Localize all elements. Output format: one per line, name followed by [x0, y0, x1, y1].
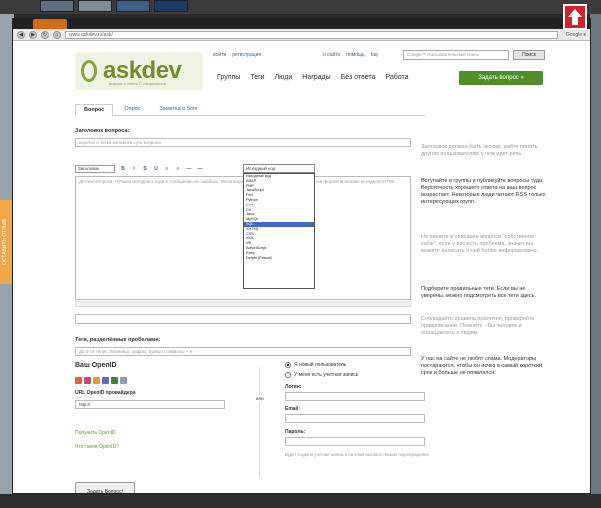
strike-icon[interactable]: S: [142, 166, 148, 172]
openid-url-label: URL OpenID провайдера: [75, 390, 136, 396]
code-language-dropdown[interactable]: Исходный код ABAP PHP JavaScript Perl Python C…: [243, 173, 315, 289]
search-button[interactable]: Поиск: [513, 50, 545, 60]
bullet-list-icon[interactable]: ≡: [175, 166, 181, 172]
nav-tags[interactable]: Теги: [250, 74, 264, 81]
underline-icon[interactable]: U: [153, 166, 159, 172]
link-icon[interactable]: —: [197, 166, 203, 172]
radio-existing-user[interactable]: У меня есть учетная запись: [285, 372, 359, 378]
login-input[interactable]: [285, 392, 425, 401]
desktop-thumbnail: [154, 0, 188, 12]
title-label: Заголовок вопроса:: [75, 128, 130, 134]
ordered-list-icon[interactable]: ≡: [164, 166, 170, 172]
back-icon[interactable]: ◀: [17, 30, 25, 39]
openid-provider-icon[interactable]: [84, 377, 91, 384]
main-nav: Группы Теги Люди Награды Без ответа Рабо…: [217, 74, 409, 81]
feedback-tab[interactable]: ОСТАВИТЬ ОТЗЫВ: [0, 200, 12, 284]
nav-unanswered[interactable]: Без ответа: [341, 74, 376, 81]
auth-links: войти регистрация: [213, 52, 261, 58]
email-note: Будет создана учетная запись и на email …: [285, 452, 429, 457]
submit-question-button[interactable]: Задать Вопрос!: [75, 482, 135, 493]
arrow-up-icon: [568, 9, 582, 25]
browser-search-engine[interactable]: Google ▾: [566, 32, 586, 38]
sidebar-tip-tags: Подберите правильные теги. Если вы не ув…: [421, 286, 537, 299]
radio-new-user[interactable]: Я новый пользователь: [285, 362, 347, 368]
sidebar-tip-groups: Вступайте в группы и публикуйте вопросы …: [421, 178, 546, 205]
openid-provider-icon[interactable]: [75, 377, 82, 384]
password-input[interactable]: [285, 437, 425, 446]
reload-icon[interactable]: ↻: [41, 30, 49, 39]
editor-preview: [75, 314, 411, 324]
openid-divider: [259, 367, 260, 477]
ask-question-button[interactable]: Задать вопрос »: [459, 71, 543, 85]
radio-existing-user-dot[interactable]: [285, 372, 291, 378]
desktop-bottom-strip: [0, 494, 601, 508]
nav-people[interactable]: Люди: [275, 74, 293, 81]
desktop-thumbnail: [78, 0, 112, 12]
nav-jobs[interactable]: Работа: [385, 74, 408, 81]
openid-url-input[interactable]: http://: [75, 400, 225, 409]
or-separator: или: [255, 395, 265, 402]
sidebar-tip-subject: Не пишите в описании вопроса "собственно…: [421, 234, 538, 254]
desktop-top-strip: [0, 0, 601, 14]
register-link[interactable]: регистрация: [232, 52, 261, 58]
desktop-thumbnail: [40, 0, 74, 12]
logo-tagline: вопросы и ответы IT-специалистов: [109, 82, 166, 86]
openid-title: Ваш OpenID: [75, 362, 117, 369]
desktop-thumbnail: [116, 0, 150, 12]
login-link[interactable]: войти: [213, 52, 226, 58]
code-language-select[interactable]: Исходный код: [243, 164, 315, 173]
email-label: Email:: [285, 406, 301, 412]
search-input[interactable]: Google™ Пользовательский поиск: [403, 50, 509, 60]
site-logo[interactable]: askdev вопросы и ответы IT-специалистов: [75, 52, 203, 90]
logo-text: askdev: [103, 57, 182, 84]
tags-label: Теги, разделённые пробелами:: [75, 337, 161, 343]
sidebar-tip-manners: Соблюдайте правила приличия, проверяйте …: [421, 316, 535, 336]
window-titlebar: [13, 19, 590, 29]
sidebar-tip-title: Заголовок должен быть четким, дайте поня…: [421, 144, 538, 157]
desktop-right-strip: [590, 14, 601, 508]
nav-groups[interactable]: Группы: [217, 74, 240, 81]
sidebar-tip-spam: У нас на сайте не любят спама. Модератор…: [421, 356, 543, 376]
browser-tab[interactable]: [33, 19, 67, 29]
openid-providers: [75, 377, 127, 384]
home-icon[interactable]: ⌂: [53, 30, 61, 39]
address-bar[interactable]: www.askdev.ru/ask/: [65, 30, 558, 39]
nav-awards[interactable]: Награды: [302, 74, 330, 81]
what-is-openid-link[interactable]: Что такое OpenID?: [75, 444, 119, 450]
editor-resize-handle[interactable]: [75, 301, 411, 307]
browser-window: ◀ ▶ ↻ ⌂ www.askdev.ru/ask/ Google ▾ askd…: [12, 18, 591, 494]
bold-icon[interactable]: B: [120, 166, 126, 172]
help-link[interactable]: помощь: [346, 52, 364, 58]
code-language-option[interactable]: Delphi (Pascal): [244, 256, 314, 261]
get-openid-link[interactable]: Получить OpenID: [75, 430, 116, 436]
tab-blog-note[interactable]: Заметка в блог: [151, 104, 205, 115]
tab-poll[interactable]: Опрос: [116, 104, 148, 115]
italic-icon[interactable]: I: [131, 166, 137, 172]
login-label: Логин:: [285, 384, 302, 390]
page-content: askdev вопросы и ответы IT-специалистов …: [13, 42, 590, 493]
hr-icon[interactable]: —: [186, 166, 192, 172]
tab-question[interactable]: Вопрос: [75, 104, 114, 116]
logo-bubble-icon: [81, 60, 97, 82]
info-links: о сайте помощь faq: [323, 52, 378, 58]
email-input[interactable]: [285, 414, 425, 423]
radio-new-user-dot[interactable]: [285, 362, 291, 368]
tags-input[interactable]: До 5-ти тегов. Латиница, цифры, буквы и …: [75, 347, 411, 356]
faq-link[interactable]: faq: [371, 52, 378, 58]
password-label: Пароль:: [285, 429, 306, 435]
openid-provider-icon[interactable]: [102, 377, 109, 384]
scroll-to-top-button[interactable]: [563, 4, 587, 30]
heading-select[interactable]: Заголовок: [75, 165, 115, 173]
about-link[interactable]: о сайте: [323, 52, 340, 58]
browser-navbar: ◀ ▶ ↻ ⌂ www.askdev.ru/ask/ Google ▾: [13, 29, 590, 41]
post-type-tabs: Вопрос Опрос Заметка в блог: [75, 100, 425, 116]
forward-icon[interactable]: ▶: [29, 30, 37, 39]
openid-provider-icon[interactable]: [120, 377, 127, 384]
openid-provider-icon[interactable]: [111, 377, 118, 384]
title-input[interactable]: коротко и четко изложите суть вопроса: [75, 138, 411, 147]
openid-provider-icon[interactable]: [93, 377, 100, 384]
